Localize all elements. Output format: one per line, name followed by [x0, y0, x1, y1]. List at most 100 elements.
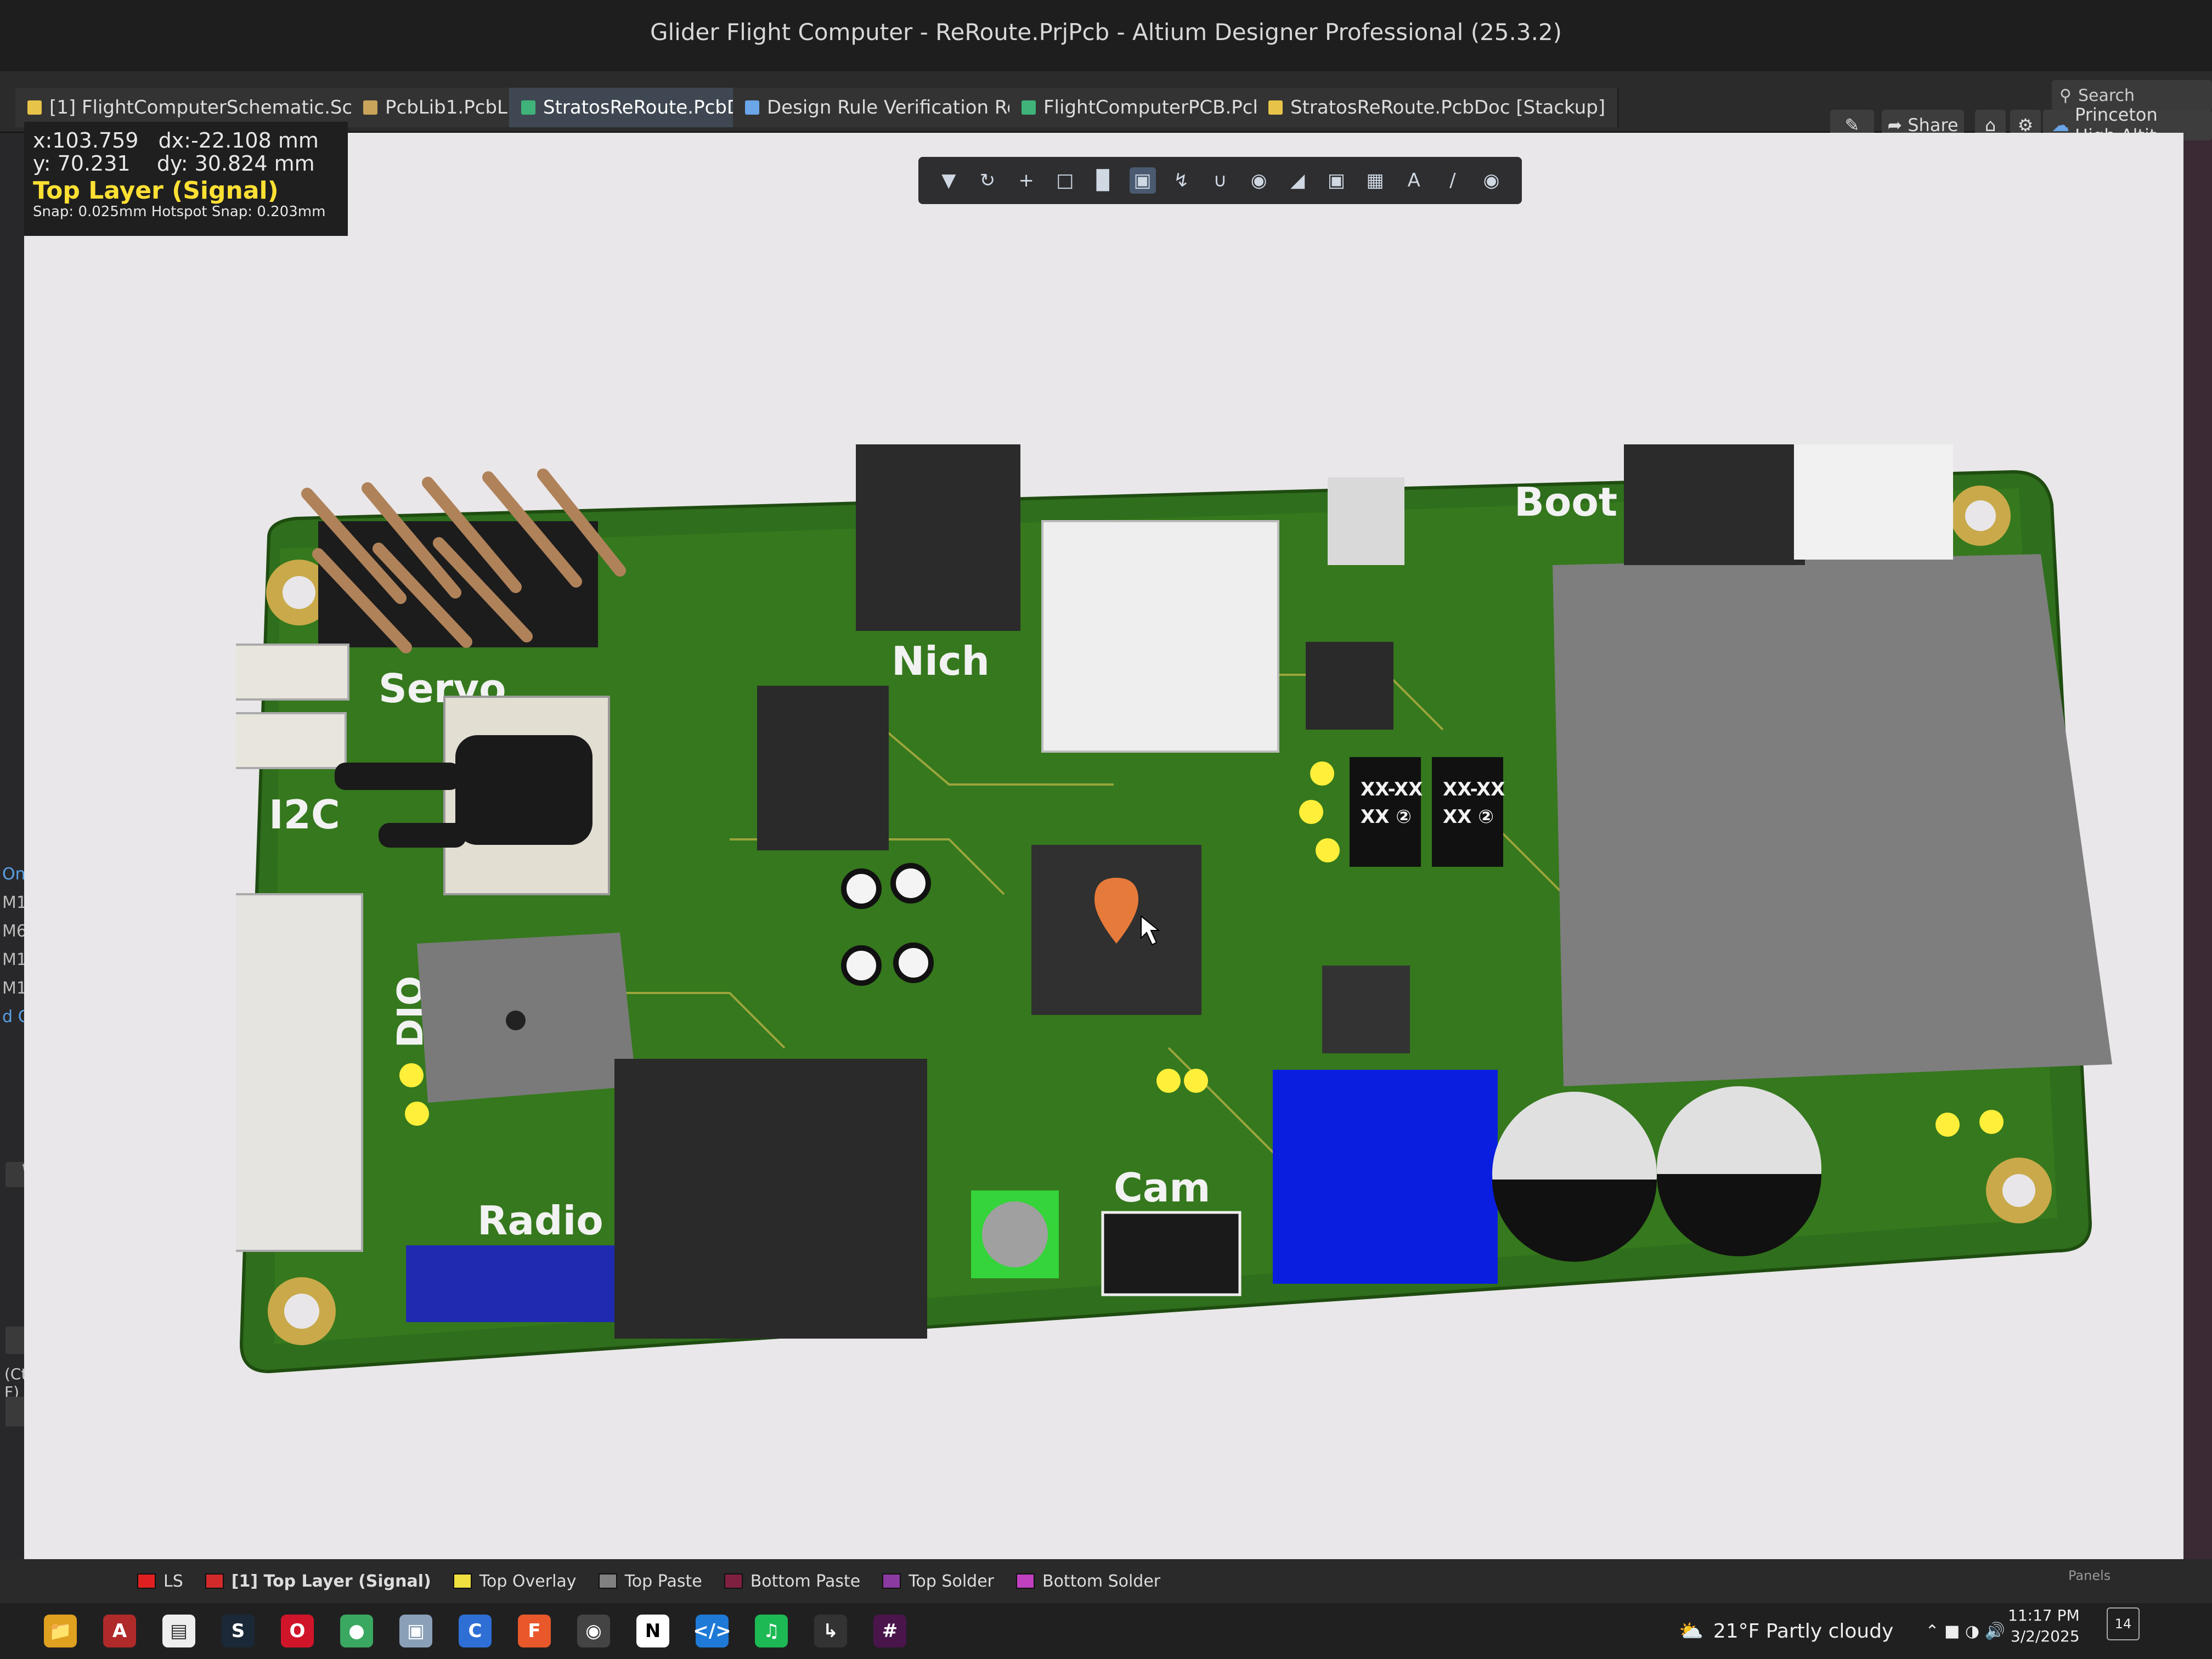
layer-tab-top-overlay[interactable]: Top Overlay: [453, 1572, 577, 1591]
component-icon[interactable]: ▣: [1129, 167, 1156, 194]
layer-tabs-bar: LS [1] Top Layer (Signal) Top Overlay To…: [0, 1559, 2212, 1603]
cloud-icon: ⛅: [1679, 1620, 1703, 1643]
notification-badge[interactable]: 14: [2107, 1607, 2140, 1640]
altium-icon[interactable]: A: [103, 1615, 136, 1647]
clock-date: 3/2/2025: [2010, 1627, 2080, 1645]
tray-icons[interactable]: ⌃ ■ ◑ 🔊: [1925, 1622, 2005, 1641]
radio-connector: [406, 1245, 614, 1322]
chrome-icon[interactable]: ◉: [577, 1615, 610, 1647]
resistor-marking: XX ②: [1361, 806, 1412, 828]
resistor-marking: XX-XX: [1361, 778, 1423, 800]
slack-icon[interactable]: #: [873, 1615, 906, 1647]
layer-tab-label: Bottom Paste: [750, 1571, 861, 1591]
route-icon[interactable]: ↻: [974, 167, 1001, 194]
tab-label: PcbLib1.PcbLib: [385, 97, 524, 119]
notion-icon[interactable]: N: [636, 1615, 669, 1647]
layer-tab-top-layer[interactable]: [1] Top Layer (Signal): [205, 1572, 431, 1591]
current-layer: Top Layer (Signal): [33, 176, 279, 205]
files-icon[interactable]: ▤: [162, 1615, 195, 1647]
boot-button: [1328, 477, 1404, 565]
cam-header: [1101, 1211, 1242, 1296]
layer-tab-label: Top Overlay: [479, 1571, 577, 1591]
git-icon[interactable]: ↳: [814, 1615, 847, 1647]
line-icon[interactable]: /: [1440, 167, 1466, 194]
tab-label: [1] FlightComputerSchematic.SchDoc: [49, 97, 400, 119]
pcb-board-3d[interactable]: Servo I2C Nich Boot DIO Radio Cam XX-XX: [236, 444, 2140, 1377]
layer-color-swatch: [598, 1573, 617, 1589]
fusion-icon[interactable]: F: [518, 1615, 551, 1647]
pcb-icon: [1022, 100, 1036, 115]
layer-color-swatch: [137, 1573, 156, 1589]
snap-info: Snap: 0.025mm Hotspot Snap: 0.203mm: [33, 203, 326, 220]
servo-pin-header: [301, 469, 626, 653]
reset-button-cap: [982, 1201, 1048, 1267]
layer-color-swatch: [205, 1573, 224, 1589]
search-label: Search: [2078, 86, 2135, 105]
side-connector: [236, 893, 363, 1252]
layer-tab-label: [1] Top Layer (Signal): [231, 1571, 431, 1591]
buzzer: [417, 933, 636, 1103]
nich-label: Nich: [891, 638, 990, 684]
shield-icon[interactable]: ◉: [1479, 167, 1505, 194]
c-icon[interactable]: C: [459, 1615, 492, 1647]
window-title: Glider Flight Computer - ReRoute.PrjPcb …: [650, 19, 1562, 46]
resistor-marking: XX-XX: [1443, 778, 1505, 800]
sd-card-slot: [1041, 520, 1279, 753]
steam-icon[interactable]: S: [222, 1615, 255, 1647]
power-module: [1553, 554, 2112, 1086]
crosshair-icon[interactable]: +: [1013, 167, 1040, 194]
select-rect-icon[interactable]: □: [1052, 167, 1078, 194]
layer-tab-top-solder[interactable]: Top Solder: [882, 1572, 994, 1591]
layer-tab-label: Top Solder: [909, 1571, 994, 1591]
layer-color-swatch: [453, 1573, 472, 1589]
polygon-icon[interactable]: ◢: [1284, 167, 1311, 194]
battery-connector: [1624, 444, 1805, 565]
keepout-icon[interactable]: ▦: [1362, 167, 1389, 194]
photos-icon[interactable]: ▣: [399, 1615, 432, 1647]
opera-icon[interactable]: O: [281, 1615, 314, 1647]
tab-stackup[interactable]: StratosReRoute.PcbDoc [Stackup]: [1256, 88, 1619, 127]
active-bar-toolbar: ▼ ↻ + □ ▉ ▣ ↯ ∪ ◉ ◢ ▣ ▦ A / ◉: [918, 157, 1522, 204]
tab-label: StratosReRoute.PcbDoc: [543, 97, 763, 119]
clock-time: 11:17 PM: [2008, 1606, 2080, 1624]
coord-y: y: 70.231 dy: 30.824 mm: [33, 151, 315, 176]
weather-text: 21°F Partly cloudy: [1713, 1620, 1894, 1643]
layer-tab-top-paste[interactable]: Top Paste: [598, 1572, 702, 1591]
vscode-icon[interactable]: </>: [693, 1615, 731, 1647]
layer-tab-bottom-paste[interactable]: Bottom Paste: [724, 1571, 861, 1591]
align-icon[interactable]: ▉: [1091, 167, 1117, 194]
title-bar: Glider Flight Computer - ReRoute.PrjPcb …: [0, 0, 2212, 71]
buzzer-hole: [506, 1011, 526, 1030]
camera-connector: [856, 444, 1020, 631]
diff-pair-icon[interactable]: ∪: [1207, 167, 1233, 194]
text-icon[interactable]: A: [1401, 167, 1427, 194]
cam-label: Cam: [1114, 1165, 1210, 1211]
region-icon[interactable]: ▣: [1323, 167, 1350, 194]
interactive-route-icon[interactable]: ↯: [1168, 167, 1194, 194]
i2c-label: I2C: [269, 792, 340, 838]
radio-label: Radio: [477, 1198, 603, 1244]
via-icon[interactable]: ◉: [1246, 167, 1272, 194]
schematic-icon: [27, 100, 42, 115]
weather-widget[interactable]: ⛅ 21°F Partly cloudy ⌃ ■ ◑ 🔊: [1679, 1612, 2005, 1650]
layer-tab-ls[interactable]: LS: [137, 1572, 183, 1591]
spotify-icon[interactable]: ♫: [755, 1615, 788, 1647]
tab-label: StratosReRoute.PcbDoc [Stackup]: [1290, 97, 1606, 119]
coord-x: x:103.759 dx:-22.108 mm: [33, 128, 319, 153]
boot-label: Boot: [1514, 479, 1617, 525]
chat-icon[interactable]: ●: [340, 1615, 373, 1647]
layer-tab-bottom-solder[interactable]: Bottom Solder: [1016, 1572, 1160, 1591]
filter-icon[interactable]: ▼: [935, 167, 962, 194]
explorer-icon[interactable]: 📁: [44, 1615, 77, 1647]
search-icon: ⚲: [2059, 86, 2072, 105]
usb-connector: [1794, 444, 1953, 560]
panels-button[interactable]: Panels: [2068, 1568, 2111, 1583]
inductor: [1273, 1070, 1498, 1284]
system-clock[interactable]: 11:17 PM 3/2/2025: [2008, 1605, 2080, 1647]
layer-color-swatch: [1016, 1573, 1035, 1589]
flash-chip: [1306, 642, 1393, 730]
layer-tab-label: Bottom Solder: [1042, 1571, 1161, 1591]
layer-tab-label: LS: [163, 1571, 183, 1591]
radio-module: [614, 1059, 927, 1339]
layer-color-swatch: [882, 1573, 901, 1589]
